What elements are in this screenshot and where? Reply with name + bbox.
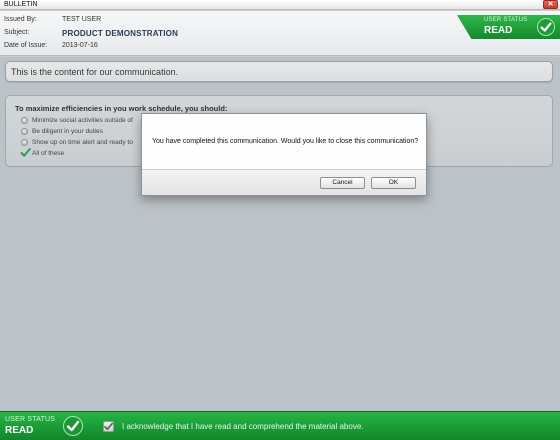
issued-by-value: TEST USER (62, 16, 102, 23)
subject-label: Subject: (4, 29, 30, 36)
checkbox-check-icon (104, 422, 114, 431)
modal-overlay (0, 57, 560, 411)
date-label: Date of Issue: (4, 42, 48, 49)
bottom-status-value: READ (5, 425, 34, 436)
issued-by-label: Issued By: (4, 16, 37, 23)
confirm-dialog: You have completed this communication. W… (141, 113, 427, 196)
close-button[interactable]: ✕ (543, 0, 558, 9)
ok-button[interactable]: OK (371, 177, 416, 189)
close-icon: ✕ (547, 1, 554, 8)
acknowledge-text: I acknowledge that I have read and compr… (122, 422, 364, 431)
dialog-footer: Cancel OK (142, 169, 426, 195)
checkmark-circle-icon (63, 416, 83, 436)
date-value: 2013-07-16 (62, 42, 98, 49)
bottom-status-bar: USER STATUS READ I acknowledge that I ha… (0, 411, 560, 440)
user-status-value: READ (484, 25, 513, 36)
subject-value: PRODUCT DEMONSTRATION (62, 29, 179, 38)
cancel-button[interactable]: Cancel (320, 177, 365, 189)
acknowledge-checkbox[interactable] (103, 421, 114, 432)
window-title: BULLETIN (4, 1, 38, 8)
user-status-badge: USER STATUS READ (457, 15, 560, 39)
dialog-message: You have completed this communication. W… (152, 138, 419, 145)
bottom-status-label: USER STATUS (5, 416, 56, 423)
user-status-label: USER STATUS (484, 17, 528, 23)
title-bar: BULLETIN ✕ (0, 0, 560, 10)
checkmark-circle-icon (537, 18, 555, 36)
